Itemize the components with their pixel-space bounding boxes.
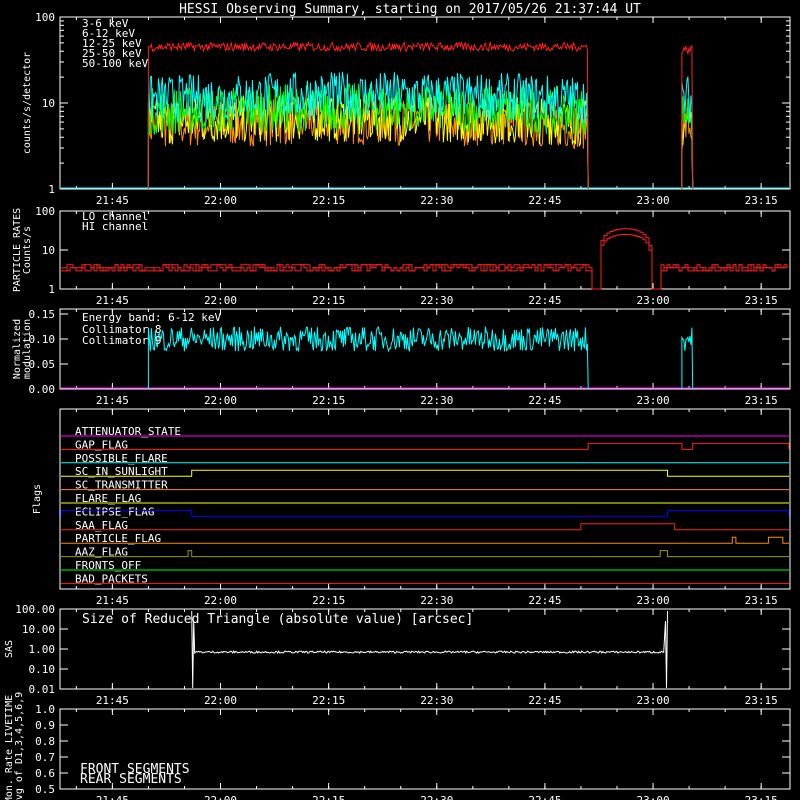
x-tick-label: 22:15 xyxy=(312,794,345,800)
x-tick-label: 22:15 xyxy=(312,694,345,707)
x-tick-label: 22:00 xyxy=(204,294,237,307)
y-axis-label: SAS xyxy=(4,640,15,658)
x-tick-label: 23:15 xyxy=(745,194,778,207)
x-tick-label: 22:00 xyxy=(204,394,237,407)
x-tick-label: 23:15 xyxy=(745,394,778,407)
y-tick-label: 0.6 xyxy=(35,767,55,780)
observing-summary-figure: HESSI Observing Summary, starting on 201… xyxy=(0,0,800,800)
y-axis-label: Counts/s xyxy=(22,226,33,274)
x-tick-label: 22:00 xyxy=(204,194,237,207)
x-tick-label: 23:00 xyxy=(636,694,669,707)
y-tick-label: 1.0 xyxy=(35,703,55,716)
x-tick-label: 22:45 xyxy=(528,194,561,207)
x-tick-label: 22:30 xyxy=(420,394,453,407)
y-tick-label: 0.00 xyxy=(29,383,56,396)
x-tick-label: 22:45 xyxy=(528,594,561,607)
x-tick-label: 22:15 xyxy=(312,394,345,407)
y-tick-label: 100 xyxy=(35,11,55,24)
y-tick-label: 10.00 xyxy=(22,623,55,636)
y-tick-label: 0.10 xyxy=(29,333,56,346)
y-tick-label: 0.7 xyxy=(35,751,55,764)
y-tick-label: 0.9 xyxy=(35,719,55,732)
legend-entry: HI channel xyxy=(82,220,148,233)
x-tick-label: 23:00 xyxy=(636,394,669,407)
legend-entry: REAR SEGMENTS xyxy=(80,772,182,787)
y-tick-label: 0.5 xyxy=(35,783,55,796)
flag-label: ECLIPSE_FLAG xyxy=(75,505,154,518)
y-tick-label: 100 xyxy=(35,205,55,218)
legend-entry: Collimator 9 xyxy=(82,334,161,347)
x-tick-label: 22:45 xyxy=(528,694,561,707)
x-tick-label: 22:30 xyxy=(420,594,453,607)
x-tick-label: 22:00 xyxy=(204,794,237,800)
y-tick-label: 0.05 xyxy=(29,358,56,371)
x-tick-label: 22:45 xyxy=(528,394,561,407)
x-tick-label: 22:45 xyxy=(528,294,561,307)
x-tick-label: 22:30 xyxy=(420,794,453,800)
x-tick-label: 23:00 xyxy=(636,194,669,207)
y-tick-label: 1 xyxy=(48,183,55,196)
x-tick-label: 21:45 xyxy=(96,194,129,207)
x-tick-label: 22:15 xyxy=(312,294,345,307)
sas-annotation: Size of Reduced Triangle (absolute value… xyxy=(82,612,473,627)
x-tick-label: 22:30 xyxy=(420,694,453,707)
y-axis-label: counts/s/detector xyxy=(22,52,33,154)
y-tick-label: 0.15 xyxy=(29,308,56,321)
x-tick-label: 23:15 xyxy=(745,294,778,307)
x-tick-label: 21:45 xyxy=(96,794,129,800)
y-tick-label: 100.00 xyxy=(15,603,55,616)
x-tick-label: 22:15 xyxy=(312,594,345,607)
x-tick-label: 23:15 xyxy=(745,794,778,800)
x-tick-label: 23:00 xyxy=(636,594,669,607)
x-tick-label: 21:45 xyxy=(96,694,129,707)
legend-entry: 50-100 keV xyxy=(82,57,149,70)
x-tick-label: 22:30 xyxy=(420,194,453,207)
x-tick-label: 21:45 xyxy=(96,294,129,307)
y-tick-label: 1 xyxy=(48,283,55,296)
x-tick-label: 22:30 xyxy=(420,294,453,307)
x-tick-label: 23:15 xyxy=(745,594,778,607)
x-tick-label: 23:15 xyxy=(745,694,778,707)
x-tick-label: 23:00 xyxy=(636,294,669,307)
y-tick-label: 1.00 xyxy=(29,643,56,656)
y-axis-label: avg of D1,3,4,5,6,9 xyxy=(14,692,25,800)
x-tick-label: 22:00 xyxy=(204,694,237,707)
x-tick-label: 21:45 xyxy=(96,394,129,407)
figure-title: HESSI Observing Summary, starting on 201… xyxy=(179,2,641,17)
y-tick-label: 0.8 xyxy=(35,735,55,748)
x-tick-label: 22:15 xyxy=(312,194,345,207)
x-tick-label: 21:45 xyxy=(96,594,129,607)
y-axis-label: Flags xyxy=(32,484,43,514)
y-tick-label: 0.01 xyxy=(29,683,56,696)
x-tick-label: 23:00 xyxy=(636,794,669,800)
y-tick-label: 0.10 xyxy=(29,663,56,676)
y-tick-label: 10 xyxy=(42,244,55,257)
y-tick-label: 10 xyxy=(42,97,55,110)
x-tick-label: 22:45 xyxy=(528,794,561,800)
x-tick-label: 22:00 xyxy=(204,594,237,607)
legend-entry: 3-6 keV xyxy=(82,17,129,30)
